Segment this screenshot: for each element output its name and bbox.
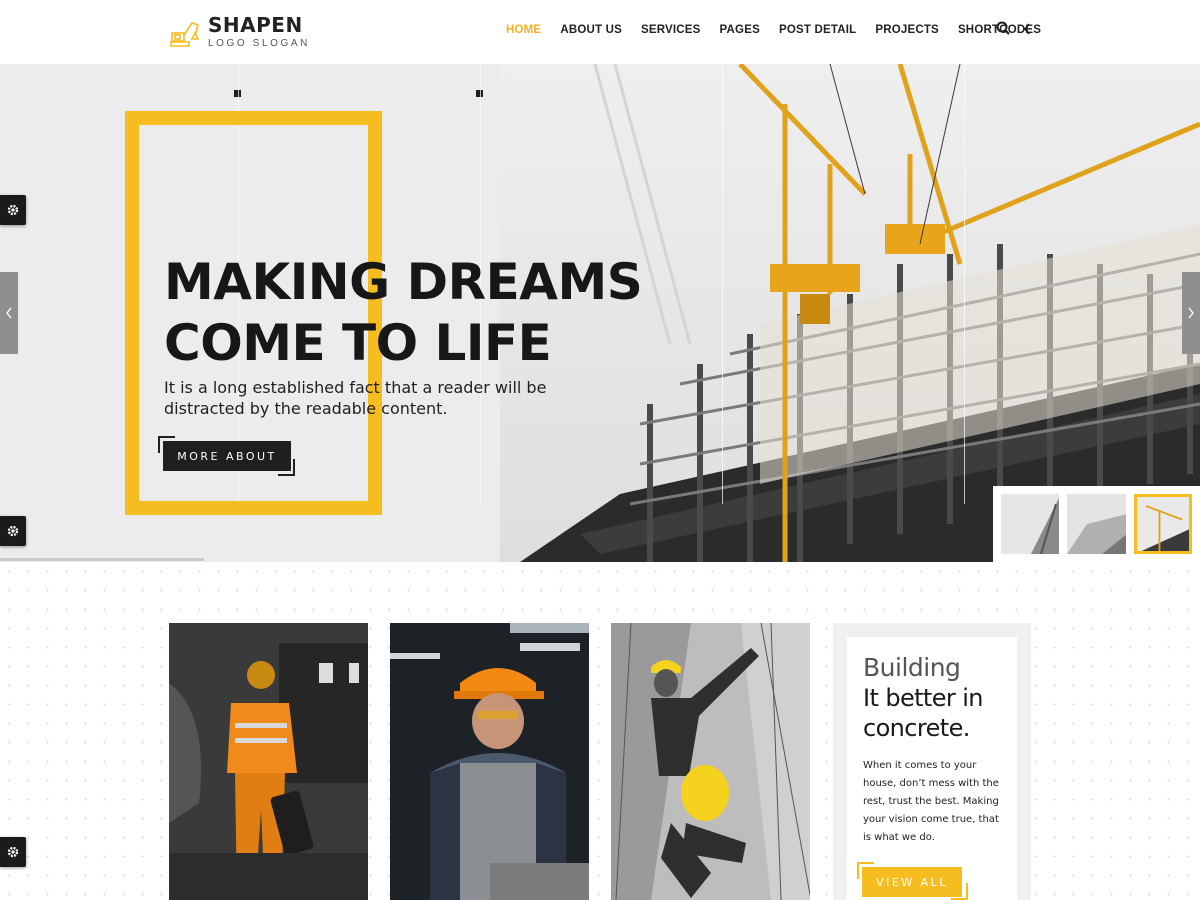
nav-home[interactable]: HOME <box>506 24 541 36</box>
button-corner-decor <box>951 883 968 900</box>
button-corner-decor <box>278 459 295 476</box>
nav-post-detail[interactable]: POST DETAIL <box>779 24 856 36</box>
hero-title: MAKING DREAMS COME TO LIFE <box>164 252 764 374</box>
gear-icon <box>7 204 19 216</box>
hero-slider: MAKING DREAMS COME TO LIFE It is a long … <box>0 64 1200 562</box>
nav-pages[interactable]: PAGES <box>720 24 760 36</box>
gear-icon <box>7 525 19 537</box>
hero-title-line2: COME TO LIFE <box>164 314 552 372</box>
gear-icon <box>7 846 19 858</box>
view-all-button[interactable]: VIEW ALL <box>862 867 962 897</box>
hero-title-line1: MAKING DREAMS <box>164 253 643 311</box>
promo-heading-bold: It better in concrete. <box>863 684 983 742</box>
slider-thumbnails <box>993 486 1200 562</box>
decor-line <box>964 64 965 504</box>
slide-thumbnail-1[interactable] <box>1001 494 1060 554</box>
site-header: SHAPEN LOGO SLOGAN HOME ABOUT US SERVICE… <box>0 0 1200 64</box>
settings-panel-toggle[interactable] <box>0 516 26 546</box>
settings-panel-toggle[interactable] <box>0 837 26 867</box>
brand-slogan: LOGO SLOGAN <box>208 38 310 49</box>
slider-next-button[interactable] <box>1182 272 1200 354</box>
settings-panel-toggle[interactable] <box>0 195 26 225</box>
search-icon[interactable] <box>996 21 1012 39</box>
slider-prev-button[interactable] <box>0 272 18 354</box>
logo[interactable]: SHAPEN LOGO SLOGAN <box>168 12 310 52</box>
nav-services[interactable]: SERVICES <box>641 24 701 36</box>
promo-description: When it comes to your house, don’t mess … <box>863 760 999 843</box>
slide-thumbnail-2[interactable] <box>1067 494 1126 554</box>
brand-name: SHAPEN <box>208 13 303 37</box>
main-nav: HOME ABOUT US SERVICES PAGES POST DETAIL… <box>506 0 1060 60</box>
more-about-button[interactable]: MORE ABOUT <box>163 441 291 471</box>
promo-card-inner: Building It better in concrete. When it … <box>847 637 1017 900</box>
slide-thumbnail-3[interactable] <box>1133 494 1193 554</box>
chevron-left-icon <box>6 307 12 319</box>
excavator-icon <box>170 22 200 47</box>
promo-card: Building It better in concrete. When it … <box>833 623 1031 900</box>
slider-progress-bar <box>0 558 204 561</box>
feature-card-worker-climbing[interactable] <box>611 623 810 900</box>
hero-description: It is a long established fact that a rea… <box>164 378 547 418</box>
feature-card-worker-orange-vest[interactable] <box>169 623 368 900</box>
feature-card-worker-hard-hat[interactable] <box>390 623 589 900</box>
chevron-right-icon <box>1188 307 1194 319</box>
promo-heading-light: Building <box>863 653 961 682</box>
nav-about-us[interactable]: ABOUT US <box>560 24 622 36</box>
nav-icons <box>996 21 1048 39</box>
chevron-left-icon[interactable] <box>1022 21 1038 39</box>
nav-projects[interactable]: PROJECTS <box>875 24 939 36</box>
